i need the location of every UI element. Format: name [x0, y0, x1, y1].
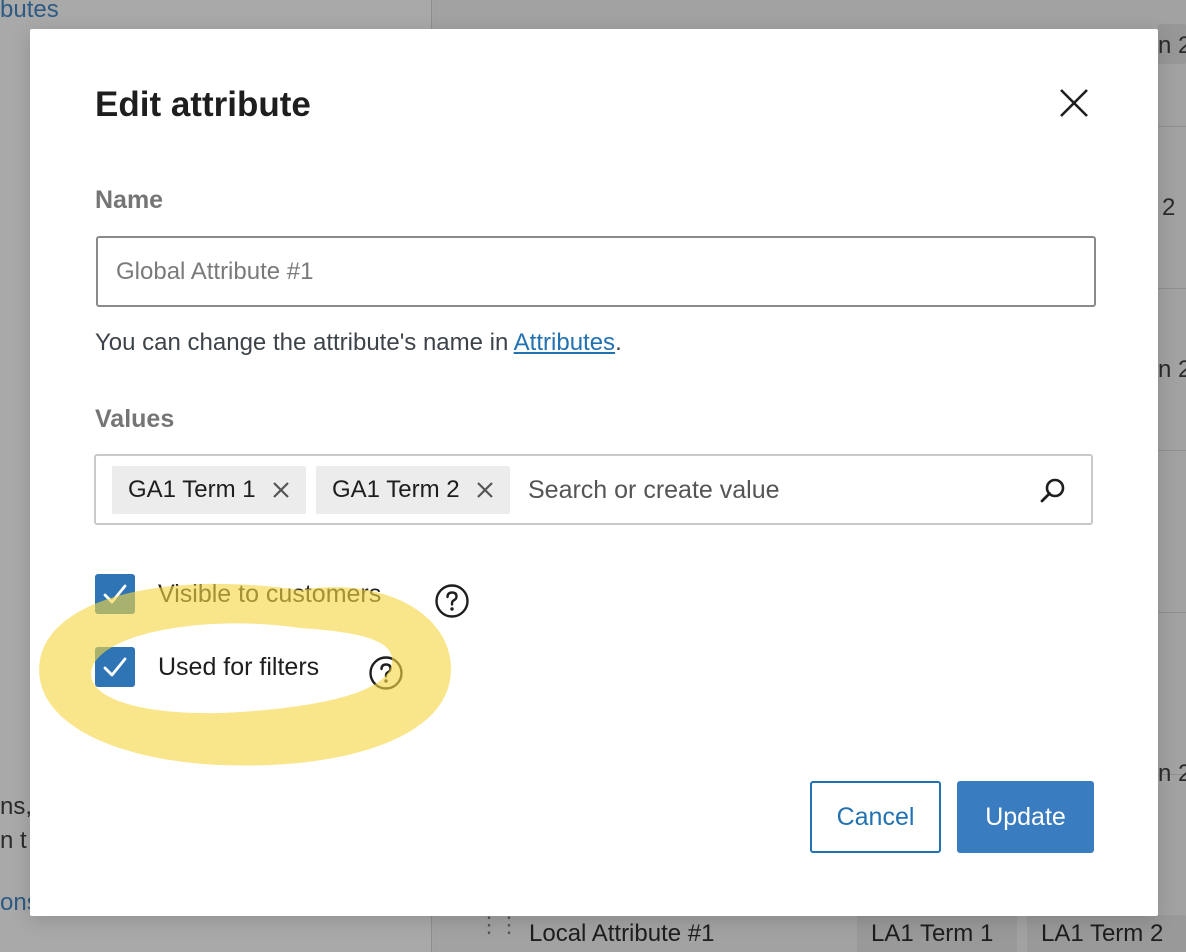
name-input[interactable]: [96, 236, 1096, 307]
used-for-filters-checkbox[interactable]: [95, 647, 135, 687]
search-icon: [1038, 476, 1068, 506]
close-icon: [272, 482, 289, 498]
help-text-prefix: You can change the attribute's name in: [95, 329, 514, 356]
edit-attribute-modal: Edit attribute Name You can change the a…: [30, 29, 1158, 916]
close-icon: [1060, 89, 1088, 117]
value-chip-label: GA1 Term 1: [128, 476, 256, 503]
remove-value-button[interactable]: [474, 479, 496, 501]
cancel-button[interactable]: Cancel: [810, 781, 941, 853]
help-text-suffix: .: [615, 329, 622, 356]
name-help-text: You can change the attribute's name in A…: [95, 329, 622, 357]
drag-handle-icon[interactable]: ⋮⋮: [478, 914, 520, 936]
background-chip-text: n 2: [1158, 356, 1186, 383]
background-chip-text: n 2: [1158, 760, 1186, 787]
help-icon[interactable]: [434, 583, 470, 619]
visible-to-customers-checkbox[interactable]: [95, 574, 135, 614]
background-term-label: LA1 Term 2: [1041, 920, 1164, 947]
value-chip-label: GA1 Term 2: [332, 476, 460, 503]
remove-value-button[interactable]: [270, 479, 292, 501]
help-icon[interactable]: [368, 655, 404, 691]
values-label: Values: [95, 405, 175, 433]
checkmark-icon: [103, 584, 127, 604]
background-text: n t: [0, 827, 27, 854]
values-token-field[interactable]: GA1 Term 1 GA1 Term 2: [94, 454, 1093, 525]
visible-to-customers-label: Visible to customers: [158, 580, 382, 608]
attributes-link[interactable]: Attributes: [514, 329, 615, 356]
value-chip: GA1 Term 1: [112, 466, 306, 514]
value-chip: GA1 Term 2: [316, 466, 510, 514]
modal-title: Edit attribute: [95, 85, 311, 124]
background-chip-text: n 2: [1158, 32, 1186, 59]
used-for-filters-label: Used for filters: [158, 653, 320, 681]
checkmark-icon: [103, 657, 127, 677]
background-link: butes: [0, 0, 59, 23]
close-button[interactable]: [1054, 83, 1094, 123]
background-text: ns,: [0, 793, 33, 820]
background-term-label: LA1 Term 1: [871, 920, 994, 947]
update-button[interactable]: Update: [957, 781, 1094, 853]
name-label: Name: [95, 186, 164, 214]
background-attribute-name: Local Attribute #1: [529, 920, 715, 947]
value-search-input[interactable]: [528, 466, 1018, 514]
background-chip-text: 2: [1162, 194, 1176, 221]
close-icon: [476, 482, 493, 498]
